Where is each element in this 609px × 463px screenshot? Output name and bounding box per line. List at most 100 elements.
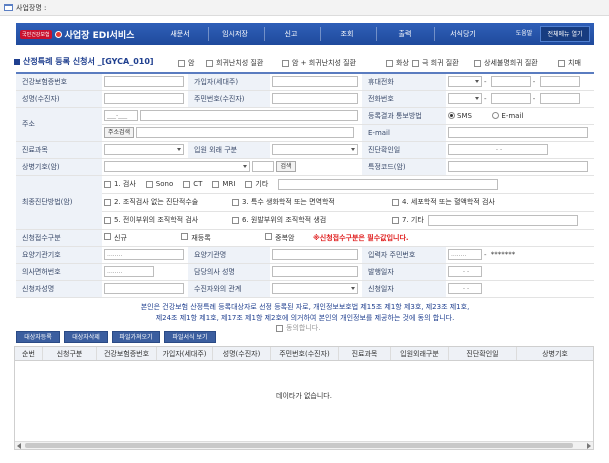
email-input[interactable] [448, 127, 588, 138]
checkbox-icon[interactable] [145, 180, 153, 188]
exam-etc-input[interactable] [427, 214, 578, 226]
consent-agree[interactable]: 동의합니다. [276, 323, 320, 333]
applicant-input[interactable] [104, 283, 184, 294]
col-inout[interactable]: 입원외래구분 [391, 347, 449, 360]
dept-select[interactable] [104, 144, 184, 155]
col-householder[interactable]: 가입자(세대주) [157, 347, 213, 360]
exam-ct[interactable]: CT [183, 180, 202, 188]
exam-etc[interactable]: 7. 기타 [392, 215, 424, 225]
logo[interactable]: 국민건강보험 사업장 EDI서비스 [16, 23, 149, 45]
col-rrn[interactable]: 주민번호(수진자) [271, 347, 339, 360]
exam-test[interactable]: 1. 검사 [104, 179, 136, 189]
phone-last-input[interactable] [539, 93, 580, 104]
rrn-input[interactable] [272, 93, 358, 104]
checkbox-icon[interactable] [245, 180, 253, 188]
exam-mri[interactable]: MRI [212, 180, 235, 188]
check-extreme-rare[interactable]: 극 희귀 질환 [412, 58, 459, 68]
mobile-last-input[interactable] [539, 76, 580, 88]
exam-cytology[interactable]: 4. 세포학적 또는 혈액학적 검사 [392, 197, 495, 207]
checkbox-icon[interactable] [232, 198, 239, 206]
import-file-button[interactable]: 파일가져오기 [112, 331, 160, 343]
scroll-left-icon[interactable] [17, 443, 21, 449]
check-rare[interactable]: 희귀난치성 질환 [206, 58, 263, 68]
zip-input[interactable]: ___-___ [104, 110, 138, 121]
apply-new-checkbox[interactable] [104, 232, 111, 240]
view-file-format-button[interactable]: 파일서식 보기 [164, 331, 216, 343]
disease-code-input[interactable] [252, 161, 275, 172]
notify-sms-radio[interactable] [448, 112, 455, 119]
apply-re-checkbox[interactable] [181, 232, 189, 240]
agree-checkbox[interactable] [276, 324, 283, 332]
delete-target-button[interactable]: 대상자삭제 [64, 331, 108, 343]
col-diag-date[interactable]: 진단확인일 [449, 347, 517, 360]
checkbox-icon[interactable] [412, 59, 419, 67]
doctor-name-input[interactable] [272, 266, 358, 277]
phone-middle-input[interactable] [490, 93, 531, 104]
exam-surgery[interactable]: 2. 조직검사 없는 진단적수술 [104, 197, 222, 207]
checkbox-icon[interactable] [104, 180, 111, 188]
menu-new-document[interactable]: 새문서 [157, 23, 203, 45]
register-target-button[interactable]: 대상자등록 [16, 331, 60, 343]
checkbox-icon[interactable] [558, 59, 565, 67]
all-menu-button[interactable]: 전체메뉴 열기 [540, 26, 590, 42]
special-code-input[interactable] [448, 161, 588, 172]
input-rrn-front[interactable]: ........ [448, 249, 482, 260]
checkbox-icon[interactable] [212, 180, 220, 188]
exam-other-input[interactable] [278, 178, 499, 190]
checkbox-icon[interactable] [183, 180, 191, 188]
issue-date-input[interactable]: - - [448, 266, 482, 277]
col-insurance-no[interactable]: 건강보험증번호 [97, 347, 157, 360]
col-seq[interactable]: 순번 [15, 347, 43, 360]
doctor-license-input[interactable]: ........ [104, 266, 154, 277]
disease-search-button[interactable]: 검색 [276, 161, 296, 172]
checkbox-icon[interactable] [104, 198, 111, 206]
help-button[interactable]: 도움말 [510, 27, 538, 41]
checkbox-icon[interactable] [392, 216, 399, 224]
horizontal-scrollbar[interactable] [15, 441, 593, 449]
checkbox-icon[interactable] [178, 59, 185, 67]
check-cancer[interactable]: 암 [178, 58, 194, 68]
phone-prefix-select[interactable] [448, 93, 482, 104]
checkbox-icon[interactable] [386, 59, 393, 67]
check-burn[interactable]: 화상 [386, 58, 409, 68]
scroll-right-icon[interactable] [587, 443, 591, 449]
col-dept[interactable]: 진료과목 [339, 347, 391, 360]
notify-email-radio[interactable] [492, 112, 500, 119]
check-dementia[interactable]: 치매 [558, 58, 581, 68]
checkbox-icon[interactable] [206, 59, 213, 67]
institution-name-input[interactable] [272, 249, 358, 260]
name-input[interactable] [104, 93, 184, 104]
relation-select[interactable] [272, 283, 358, 294]
institution-input[interactable]: ........ [104, 249, 184, 260]
disease-code-select[interactable] [104, 161, 250, 172]
col-name[interactable]: 성명(수진자) [213, 347, 271, 360]
apply-dup-checkbox[interactable] [265, 232, 273, 240]
apply-date-input[interactable]: - - [448, 283, 482, 294]
scroll-thumb[interactable] [25, 443, 573, 448]
checkbox-icon[interactable] [104, 216, 111, 224]
col-disease-code[interactable]: 상병기호 [517, 347, 593, 360]
menu-report[interactable]: 신고 [268, 23, 314, 45]
menu-temp-save[interactable]: 임시저장 [212, 23, 258, 45]
checkbox-icon[interactable] [474, 59, 481, 67]
householder-input[interactable] [272, 76, 358, 88]
address-search-button[interactable]: 주소검색 [104, 127, 135, 138]
menu-print[interactable]: 출력 [382, 23, 428, 45]
menu-load-form[interactable]: 서식당기 [440, 23, 486, 45]
insurance-no-input[interactable] [104, 76, 184, 88]
exam-sono[interactable]: Sono [145, 180, 173, 188]
col-apply-type[interactable]: 신청구분 [43, 347, 97, 360]
checkbox-icon[interactable] [282, 59, 289, 67]
exam-metastasis[interactable]: 5. 전이부위의 조직학적 검사 [104, 215, 222, 225]
checkbox-icon[interactable] [392, 198, 399, 206]
address-line2-input[interactable] [136, 127, 355, 138]
exam-other[interactable]: 기타 [245, 179, 268, 189]
exam-primary-biopsy[interactable]: 6. 원발부위의 조직학적 생검 [232, 215, 382, 225]
exam-biochem[interactable]: 3. 특수 생화학적 또는 면역학적 [232, 197, 382, 207]
check-cancer-rare[interactable]: 암 + 희귀난치성 질환 [282, 58, 356, 68]
address-line1-input[interactable] [140, 110, 359, 121]
checkbox-icon[interactable] [232, 216, 239, 224]
menu-inquiry[interactable]: 조회 [324, 23, 370, 45]
mobile-middle-input[interactable] [490, 76, 531, 88]
check-unspecified-rare[interactable]: 상세불명희귀 질환 [474, 58, 538, 68]
